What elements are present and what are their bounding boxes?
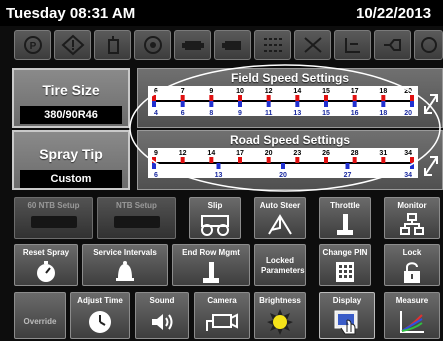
svg-text:P: P [29, 41, 36, 52]
tire-size-value: 380/90R46 [20, 106, 122, 124]
throttle-label: Throttle [330, 201, 360, 210]
adjust-time-button[interactable]: Adjust Time [70, 292, 130, 339]
ntb-setup-button[interactable]: NTB Setup [97, 197, 176, 239]
reset-spray-button[interactable]: Reset Spray [14, 244, 78, 286]
throttle-lever-icon [334, 212, 356, 241]
network-icon [399, 212, 425, 241]
auto-steer-label: Auto Steer [259, 201, 301, 210]
padlock-icon [401, 260, 423, 289]
adjust-time-label: Adjust Time [77, 296, 123, 305]
spray-tip-value: Custom [20, 170, 122, 188]
display-button[interactable]: Display [319, 292, 375, 339]
stopwatch-icon [34, 260, 58, 289]
spray-tip-label: Spray Tip [39, 146, 103, 162]
slip-wheels-icon [197, 214, 233, 241]
slip-button[interactable]: Slip [189, 197, 241, 239]
monitor-button[interactable]: Monitor [384, 197, 440, 239]
override-button[interactable]: Override [14, 292, 66, 339]
override-label: Override [23, 317, 57, 326]
engine-alt-icon [214, 30, 251, 60]
camera-icon [205, 309, 239, 338]
locked-parameters-button[interactable]: Locked Parameters [254, 244, 306, 286]
fuel-filter-icon [94, 30, 131, 60]
bell-icon [114, 260, 136, 289]
camera-label: Camera [207, 296, 237, 305]
tire-size-label: Tire Size [42, 82, 100, 98]
end-row-mgmt-label: End Row Mgmt [182, 248, 240, 257]
tire-size-button[interactable]: Tire Size 380/90R46 [12, 68, 130, 128]
reset-spray-label: Reset Spray [22, 248, 70, 257]
end-row-icon [200, 260, 222, 289]
parking-brake-icon: P [14, 30, 51, 60]
status-header: Tuesday 08:31 AM 10/22/2013 [0, 0, 443, 26]
end-row-mgmt-button[interactable]: End Row Mgmt [172, 244, 250, 286]
date-label: 10/22/2013 [356, 5, 432, 22]
measure-button[interactable]: Measure [384, 292, 440, 339]
throttle-button[interactable]: Throttle [319, 197, 371, 239]
highlight-ellipse [127, 62, 443, 194]
keypad-icon [334, 260, 356, 289]
engine-icon [174, 30, 211, 60]
sun-icon [266, 308, 294, 341]
pump-icon [334, 30, 371, 60]
auto-steer-button[interactable]: Auto Steer [254, 197, 306, 239]
display-label: Display [332, 296, 362, 305]
clock-icon [87, 309, 113, 340]
steer-icon [265, 212, 295, 241]
sound-label: Sound [149, 296, 175, 305]
tank-icon [134, 30, 171, 60]
flow-icon [374, 30, 411, 60]
graph-icon [398, 309, 426, 340]
warning-icon-row: P [0, 30, 443, 60]
change-pin-label: Change PIN [322, 248, 368, 257]
ntb60-setup-button[interactable]: 60 NTB Setup [14, 197, 93, 239]
brightness-button[interactable]: Brightness [254, 292, 306, 339]
transmission-icon [254, 30, 291, 60]
service-intervals-button[interactable]: Service Intervals [82, 244, 168, 286]
sound-button[interactable]: Sound [135, 292, 189, 339]
display-touch-icon [333, 308, 361, 341]
ntb60-icon [31, 216, 77, 228]
hydraulic-icon [294, 30, 331, 60]
slip-label: Slip [207, 201, 223, 210]
ntb60-setup-label: 60 NTB Setup [27, 201, 80, 210]
spray-tip-button[interactable]: Spray Tip Custom [12, 130, 130, 190]
measure-label: Measure [395, 296, 429, 305]
oil-can-icon [414, 30, 443, 60]
ntb-icon [114, 216, 160, 228]
monitor-label: Monitor [397, 201, 427, 210]
locked-parameters-label: Locked Parameters [261, 256, 305, 275]
change-pin-button[interactable]: Change PIN [319, 244, 371, 286]
camera-button[interactable]: Camera [194, 292, 250, 339]
ntb-setup-label: NTB Setup [116, 201, 157, 210]
brightness-label: Brightness [259, 296, 301, 305]
day-time-label: Tuesday 08:31 AM [6, 5, 136, 22]
warning-triangle-icon [54, 30, 91, 60]
speaker-icon [149, 311, 175, 338]
lock-label: Lock [402, 248, 422, 257]
service-intervals-label: Service Intervals [93, 248, 157, 257]
lock-button[interactable]: Lock [384, 244, 440, 286]
